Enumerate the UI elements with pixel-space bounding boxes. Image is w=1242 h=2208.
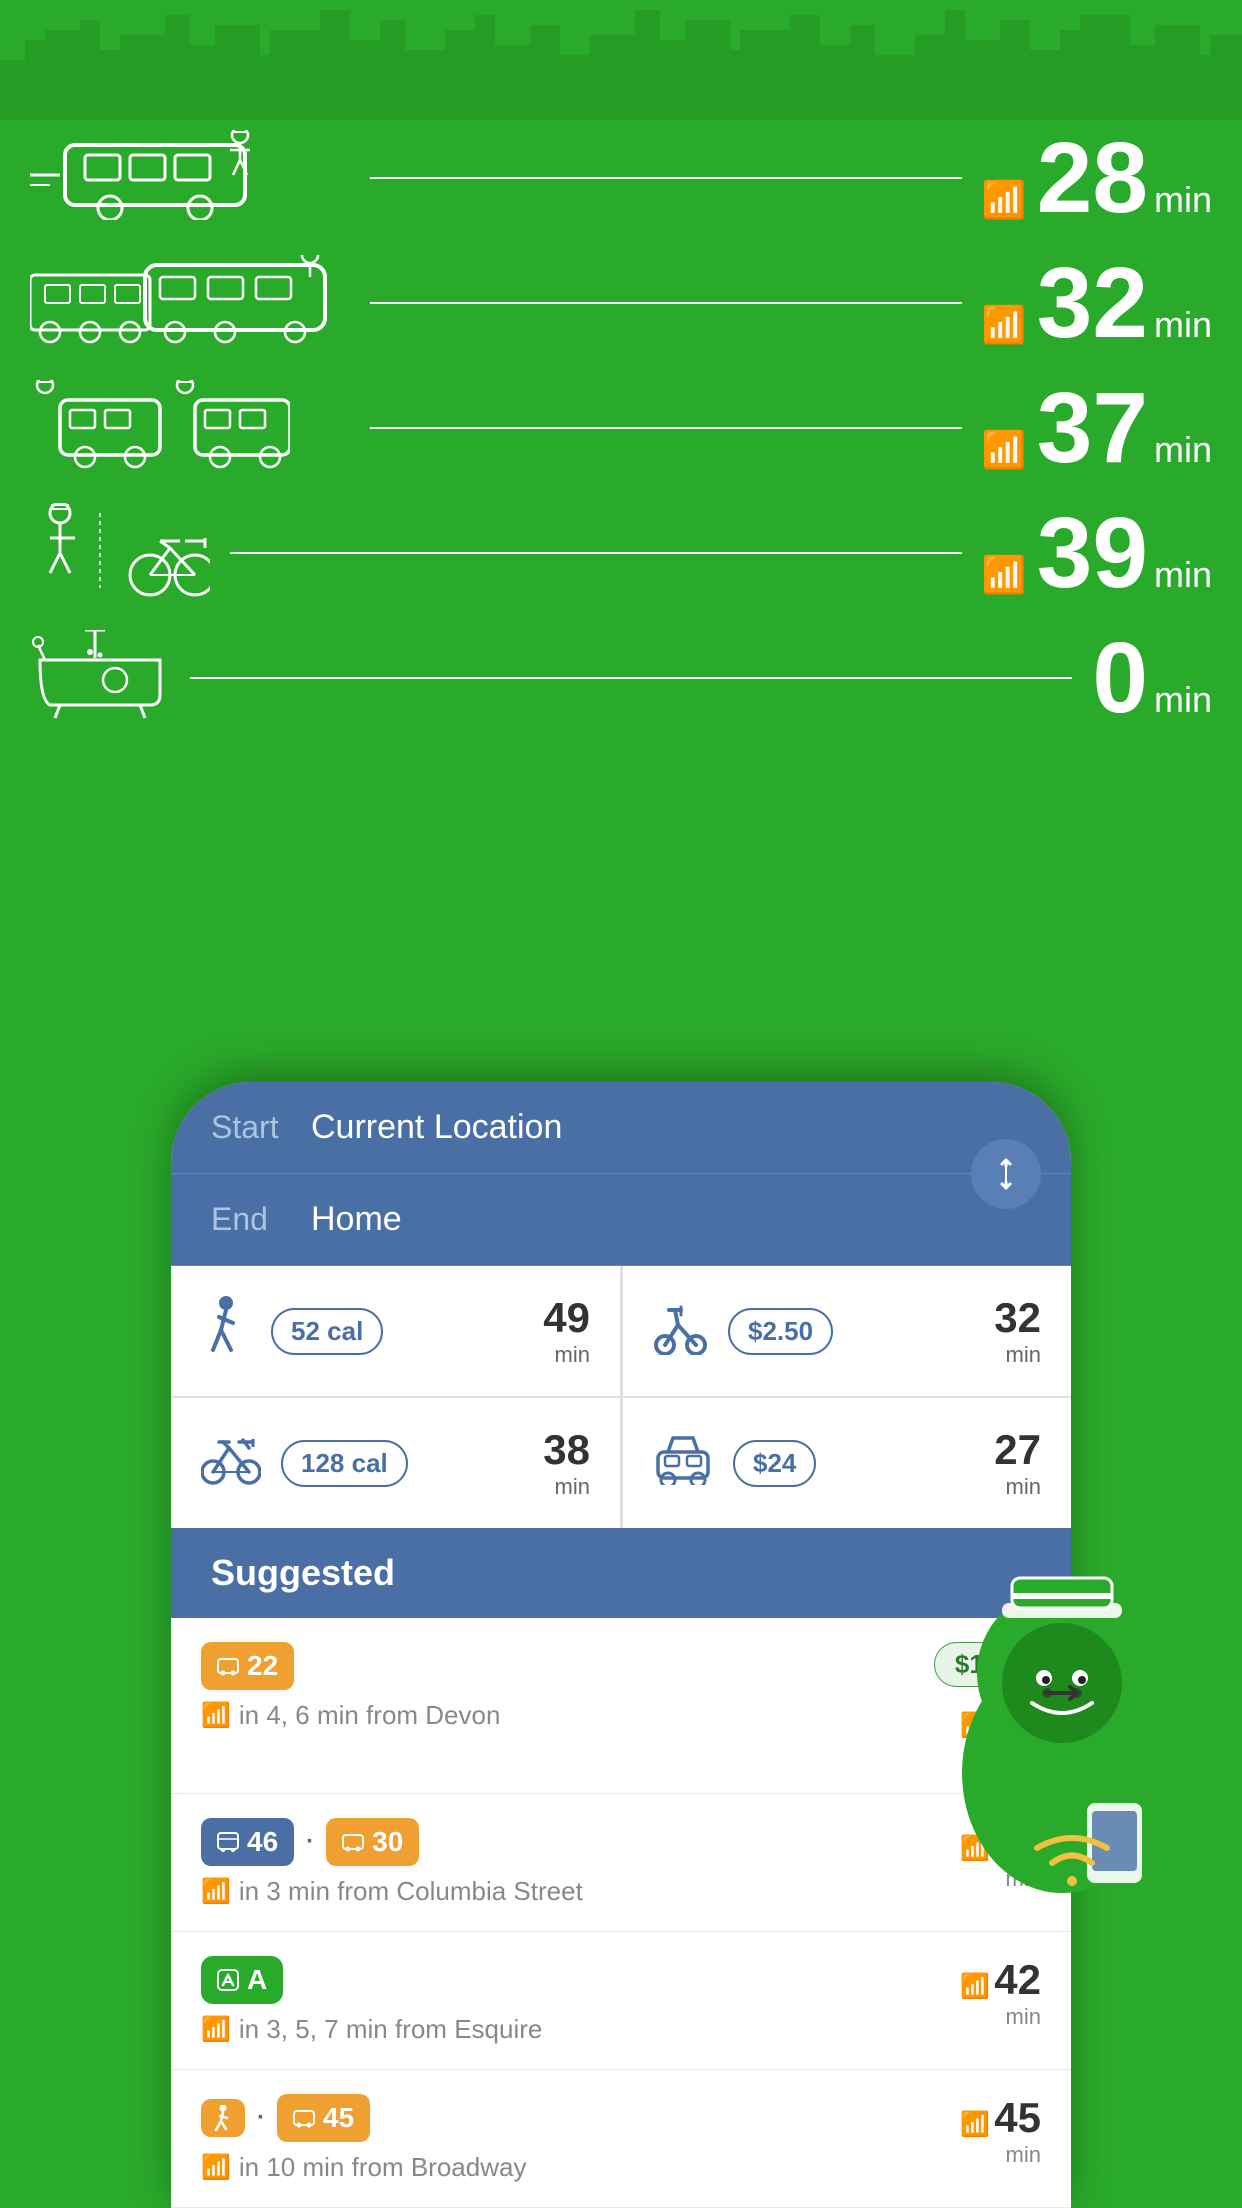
time-number-5: 0: [1092, 628, 1148, 728]
sugg-unit-3: min: [960, 2004, 1041, 2030]
transit-line-5: [190, 677, 1072, 679]
wifi-sugg-2: 📶: [201, 1877, 231, 1906]
taxi-time-unit: min: [994, 1474, 1041, 1500]
sugg-unit-4: min: [960, 2142, 1041, 2168]
bike-icon: [30, 503, 210, 603]
walk-time: 49 min: [543, 1294, 590, 1368]
transit-time-3: 📶 37 min: [982, 378, 1212, 478]
time-number-2: 32: [1037, 253, 1148, 353]
route-tag-46: 46: [201, 1818, 294, 1866]
wifi-sugg-1: 📶: [201, 1701, 231, 1730]
time-number-3: 37: [1037, 378, 1148, 478]
time-unit-4: min: [1154, 554, 1212, 596]
bike-time-unit: min: [543, 1474, 590, 1500]
train-icon: [30, 255, 350, 350]
transit-time-2: 📶 32 min: [982, 253, 1212, 353]
start-row[interactable]: Start Current Location: [171, 1082, 1071, 1174]
walk-icon: [201, 1295, 251, 1367]
transit-row-bath: 0 min: [30, 620, 1212, 735]
swap-icon: [988, 1156, 1024, 1192]
route-tag-22: 22: [201, 1642, 294, 1690]
time-unit-1: min: [1154, 179, 1212, 221]
end-label: End: [211, 1201, 311, 1238]
scooter-price-badge: $2.50: [728, 1308, 833, 1355]
scooter-icon: [653, 1295, 708, 1367]
suggested-item-3[interactable]: A 📶 in 3, 5, 7 min from Esquire 📶 42 min: [171, 1932, 1071, 2070]
end-row[interactable]: End Home: [171, 1174, 1071, 1266]
bath-icon: [30, 630, 170, 725]
wifi-icon-4: 📶: [982, 554, 1027, 596]
time-number-1: 28: [1037, 128, 1148, 228]
mode-taxi[interactable]: $24 27 min: [622, 1398, 1071, 1528]
taxi-time-num: 27: [994, 1426, 1041, 1473]
route-tag-45: 45: [277, 2094, 370, 2142]
mode-walk[interactable]: 52 cal 49 min: [171, 1266, 620, 1396]
sugg-time-num-3: 42: [994, 1956, 1041, 2003]
suggested-item-4[interactable]: · 45 📶 in 10 min from Broadway: [171, 2070, 1071, 2208]
walk-time-unit: min: [543, 1342, 590, 1368]
transit-line-4: [230, 552, 962, 554]
transit-row-bus: 📶 28 min: [30, 120, 1212, 235]
wifi-sugg-4: 📶: [201, 2153, 231, 2182]
transit-line-2: [370, 302, 962, 304]
route-tag-30: 30: [326, 1818, 419, 1866]
subway-tag-icon: [217, 1969, 239, 1991]
bike-time-num: 38: [543, 1426, 590, 1473]
end-value: Home: [311, 1200, 1031, 1239]
scooter-time-unit: min: [994, 1342, 1041, 1368]
taxi-icon: [653, 1430, 713, 1497]
wifi-icon-3: 📶: [982, 429, 1027, 471]
time-unit-3: min: [1154, 429, 1212, 471]
transit-time-4: 📶 39 min: [982, 503, 1212, 603]
mode-scooter[interactable]: $2.50 32 min: [622, 1266, 1071, 1396]
sugg-info-2: in 3 min from Columbia Street: [239, 1876, 583, 1907]
start-value: Current Location: [311, 1108, 1031, 1147]
sugg-info-3: in 3, 5, 7 min from Esquire: [239, 2014, 542, 2045]
wifi-sugg-3: 📶: [201, 2015, 231, 2044]
taxi-time: 27 min: [994, 1426, 1041, 1500]
sugg-info-4: in 10 min from Broadway: [239, 2152, 527, 2183]
bus-tag-icon-2: [342, 1831, 364, 1853]
train-tag-icon: [217, 1831, 239, 1853]
swap-button[interactable]: [971, 1139, 1041, 1209]
scooter-time: 32 min: [994, 1294, 1041, 1368]
transit-time-5: 0 min: [1092, 628, 1212, 728]
walk-tag: [201, 2099, 245, 2137]
bike-mode-icon: [201, 1430, 261, 1497]
skyline-decoration: [0, 0, 1242, 120]
transit-row-bike: 📶 39 min: [30, 495, 1212, 610]
wifi-icon-1: 📶: [982, 179, 1027, 221]
mode-grid: 52 cal 49 min: [171, 1266, 1071, 1528]
scooter-time-num: 32: [994, 1294, 1041, 1341]
route-input-area: Start Current Location End Home: [171, 1082, 1071, 1266]
sugg-time-num-4: 45: [994, 2094, 1041, 2141]
bus-icon: [30, 130, 350, 225]
transit-line-1: [370, 177, 962, 179]
transit-row-train: 📶 32 min: [30, 245, 1212, 360]
transit-row-bus-train: 📶 37 min: [30, 370, 1212, 485]
taxi-price-badge: $24: [733, 1440, 816, 1487]
mode-bike[interactable]: 128 cal 38 min: [171, 1398, 620, 1528]
transit-line-3: [370, 427, 962, 429]
wifi-icon-2: 📶: [982, 304, 1027, 346]
walk-cal-badge: 52 cal: [271, 1308, 383, 1355]
bike-time: 38 min: [543, 1426, 590, 1500]
time-unit-5: min: [1154, 679, 1212, 721]
bike-cal-badge: 128 cal: [281, 1440, 408, 1487]
bus-train-icon: [30, 380, 350, 475]
transit-rows: 📶 28 min: [0, 120, 1242, 745]
bus-tag-icon-3: [293, 2107, 315, 2129]
time-number-4: 39: [1037, 503, 1148, 603]
transit-time-1: 📶 28 min: [982, 128, 1212, 228]
time-unit-2: min: [1154, 304, 1212, 346]
walk-time-num: 49: [543, 1294, 590, 1341]
bus-tag-icon: [217, 1655, 239, 1677]
wifi-badge-decoration: [1022, 1813, 1122, 1898]
start-label: Start: [211, 1109, 311, 1146]
walk-tag-icon: [213, 2105, 233, 2131]
sugg-info-1: in 4, 6 min from Devon: [239, 1700, 501, 1731]
route-tag-A: A: [201, 1956, 283, 2004]
